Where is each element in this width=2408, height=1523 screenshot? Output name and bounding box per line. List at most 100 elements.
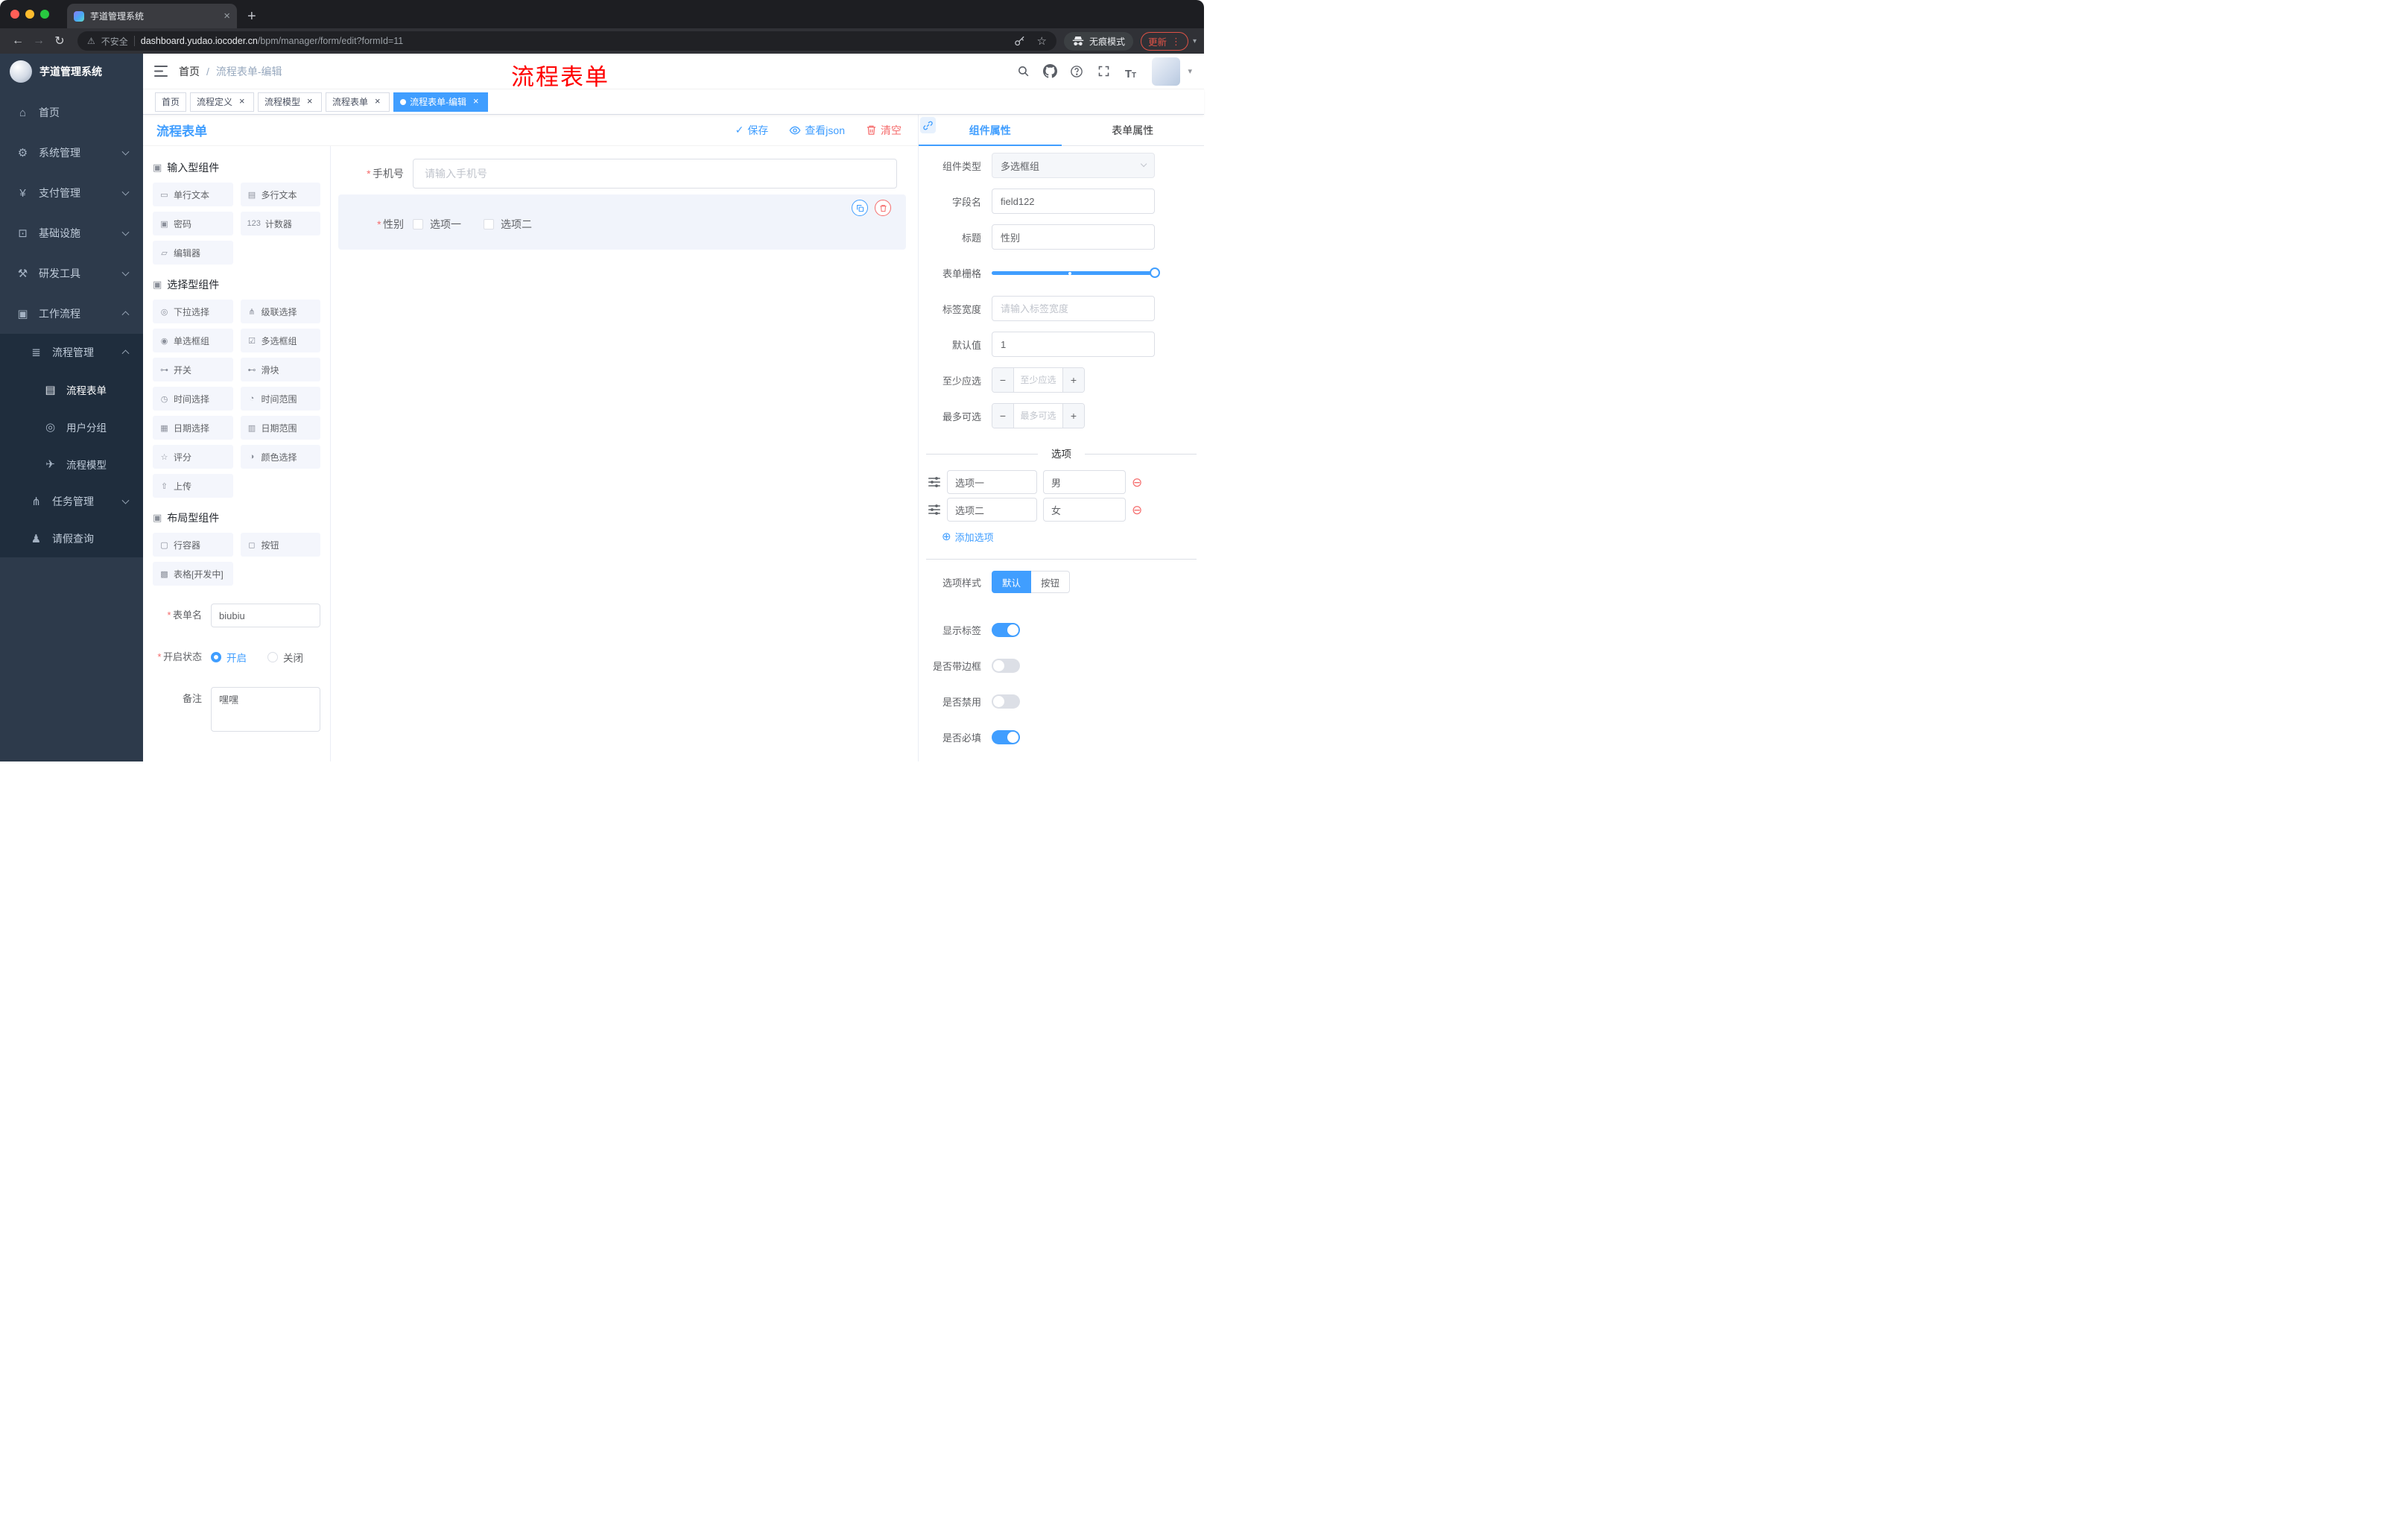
palette-item[interactable]: ☑ 多选框组 <box>240 329 320 352</box>
palette-item[interactable]: ⊶ 开关 <box>153 358 233 381</box>
palette-item[interactable]: ▣ 密码 <box>153 212 233 235</box>
warning-icon[interactable]: ⚠ <box>87 36 95 46</box>
palette-item[interactable]: ⇧ 上传 <box>153 474 233 498</box>
security-label[interactable]: 不安全 <box>101 35 128 48</box>
default-value-input[interactable] <box>992 332 1155 357</box>
palette-item[interactable]: ▢ 行容器 <box>153 533 233 557</box>
close-icon[interactable]: × <box>470 96 481 107</box>
checkbox-box[interactable] <box>484 219 494 229</box>
chevron-down-icon[interactable]: ▾ <box>1188 66 1192 76</box>
sidebar-item-payment[interactable]: ¥ 支付管理 <box>0 173 143 213</box>
form-canvas[interactable]: *手机号 *性别 选项一 选项二 <box>331 146 918 762</box>
phone-input[interactable] <box>413 159 897 189</box>
back-icon[interactable]: ← <box>7 34 28 48</box>
copy-widget-button[interactable] <box>852 200 868 216</box>
browser-menu-icon[interactable]: ⋮ <box>1171 37 1181 46</box>
app-logo[interactable]: 芋道管理系统 <box>0 54 143 89</box>
radio-open[interactable]: 开启 <box>211 650 247 665</box>
save-button[interactable]: ✓ 保存 <box>735 123 769 138</box>
search-icon[interactable] <box>1015 63 1031 80</box>
browser-tab[interactable]: 芋道管理系统 × <box>67 4 237 28</box>
omnibox[interactable]: ⚠ 不安全 dashboard.yudao.iocoder.cn/bpm/man… <box>77 31 1056 51</box>
palette-item[interactable]: ◻ 按钮 <box>240 533 320 557</box>
chevron-down-icon[interactable]: ▾ <box>1193 37 1197 45</box>
close-icon[interactable]: × <box>304 96 315 107</box>
font-size-icon[interactable]: TT <box>1122 63 1138 80</box>
minimize-window-button[interactable] <box>25 10 34 19</box>
checkbox-option[interactable]: 选项二 <box>484 217 532 232</box>
label-width-input[interactable] <box>992 296 1155 321</box>
title-input[interactable] <box>992 224 1155 250</box>
option-value-input[interactable] <box>1043 498 1126 522</box>
decrease-button[interactable]: − <box>992 404 1014 428</box>
option-label-input[interactable] <box>947 498 1037 522</box>
github-icon[interactable] <box>1042 63 1058 80</box>
remove-option-icon[interactable]: ⊖ <box>1132 504 1142 516</box>
palette-item[interactable]: ▩ 表格[开发中] <box>153 562 233 586</box>
tags-view-tag[interactable]: 流程表单-编辑 × <box>393 92 489 112</box>
decrease-button[interactable]: − <box>992 368 1014 392</box>
palette-item[interactable]: ▱ 编辑器 <box>153 241 233 265</box>
zoom-window-button[interactable] <box>40 10 49 19</box>
sidebar-item-user-group[interactable]: ◎ 用户分组 <box>0 408 143 446</box>
field-name-input[interactable] <box>992 189 1155 214</box>
link-icon[interactable] <box>920 117 936 133</box>
add-option-button[interactable]: ⊕ 添加选项 <box>942 530 1204 544</box>
sidebar-item-process-form[interactable]: ▤ 流程表单 <box>0 371 143 408</box>
palette-item[interactable]: ⊷ 滑块 <box>240 358 320 381</box>
grid-slider[interactable] <box>992 260 1160 285</box>
palette-item[interactable]: ◷ 时间选择 <box>153 387 233 411</box>
style-button-button[interactable]: 按钮 <box>1031 571 1071 593</box>
reload-icon[interactable]: ↻ <box>49 34 70 48</box>
close-icon[interactable]: × <box>372 96 383 107</box>
palette-item[interactable]: ◔ 时间范围 <box>240 387 320 411</box>
new-tab-button[interactable]: + <box>247 9 256 24</box>
hamburger-icon[interactable] <box>154 66 168 77</box>
sidebar-item-task-management[interactable]: ⋔ 任务管理 <box>0 483 143 520</box>
canvas-field-phone[interactable]: * 手机号 <box>338 159 906 189</box>
tags-view-tag[interactable]: 首页 <box>155 92 187 112</box>
tags-view-tag[interactable]: 流程模型 × <box>258 92 323 112</box>
palette-item[interactable]: ◑ 颜色选择 <box>240 445 320 469</box>
user-avatar[interactable] <box>1152 57 1181 86</box>
sidebar-item-home[interactable]: ⌂ 首页 <box>0 92 143 133</box>
tab-component-props[interactable]: 组件属性 <box>919 115 1062 145</box>
sidebar-item-leave-query[interactable]: ♟ 请假查询 <box>0 520 143 557</box>
help-icon[interactable] <box>1068 63 1085 80</box>
palette-item[interactable]: ▤ 多行文本 <box>240 183 320 206</box>
close-icon[interactable]: × <box>236 96 247 107</box>
option-value-input[interactable] <box>1043 470 1126 494</box>
sidebar-item-system[interactable]: ⚙ 系统管理 <box>0 133 143 173</box>
canvas-field-gender[interactable]: * 性别 选项一 选项二 <box>338 194 906 250</box>
delete-widget-button[interactable] <box>875 200 891 216</box>
forward-icon[interactable]: → <box>28 34 49 48</box>
palette-item[interactable]: ▥ 日期范围 <box>240 416 320 440</box>
palette-item[interactable]: ◉ 单选框组 <box>153 329 233 352</box>
palette-item[interactable]: 123 计数器 <box>240 212 320 235</box>
bookmark-star-icon[interactable]: ☆ <box>1036 36 1046 47</box>
tags-view-tag[interactable]: 流程表单 × <box>326 92 390 112</box>
breadcrumb-home[interactable]: 首页 <box>179 64 200 79</box>
palette-item[interactable]: ▦ 日期选择 <box>153 416 233 440</box>
form-name-input[interactable] <box>211 604 320 627</box>
sidebar-item-infrastructure[interactable]: ⊡ 基础设施 <box>0 213 143 253</box>
sidebar-item-process-model[interactable]: ✈ 流程模型 <box>0 446 143 483</box>
remark-textarea[interactable] <box>211 687 320 732</box>
radio-closed[interactable]: 关闭 <box>267 650 303 665</box>
toggle-on[interactable] <box>992 622 1020 637</box>
checkbox-option[interactable]: 选项一 <box>413 217 461 232</box>
close-window-button[interactable] <box>10 10 19 19</box>
tab-form-props[interactable]: 表单属性 <box>1062 115 1205 145</box>
increase-button[interactable]: + <box>1062 368 1084 392</box>
slider-handle[interactable] <box>1150 267 1160 278</box>
sidebar-item-process-management[interactable]: ≣ 流程管理 <box>0 334 143 371</box>
update-browser-button[interactable]: 更新 ⋮ <box>1140 31 1188 51</box>
sidebar-item-devtools[interactable]: ⚒ 研发工具 <box>0 253 143 294</box>
checkbox-box[interactable] <box>413 219 423 229</box>
increase-button[interactable]: + <box>1062 404 1084 428</box>
remove-option-icon[interactable]: ⊖ <box>1132 476 1142 489</box>
min-select-input[interactable] <box>1014 368 1062 392</box>
view-json-button[interactable]: 查看json <box>789 123 845 138</box>
option-label-input[interactable] <box>947 470 1037 494</box>
max-select-input[interactable] <box>1014 404 1062 428</box>
